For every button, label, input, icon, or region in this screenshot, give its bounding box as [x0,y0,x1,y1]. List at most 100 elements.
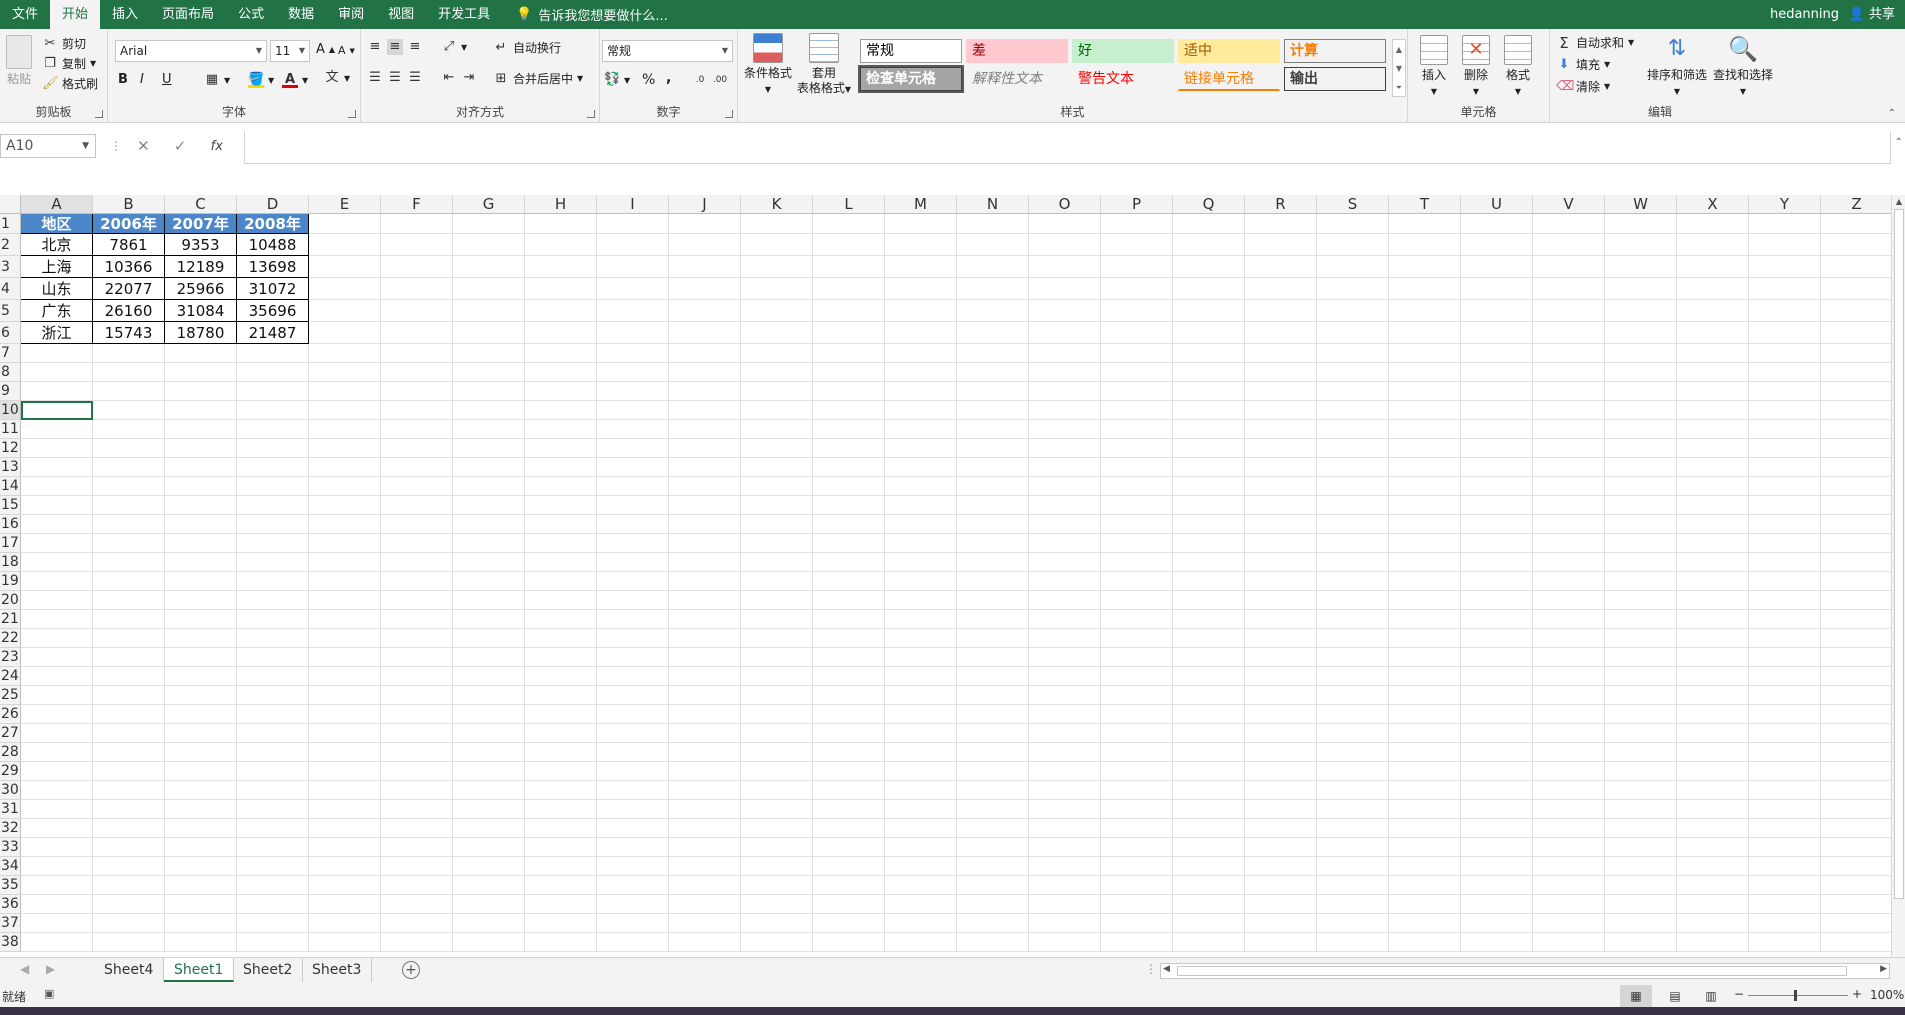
cell-O27[interactable] [1029,724,1101,743]
insert-cells-button[interactable]: 插入 ▼ [1414,35,1454,99]
cell-U23[interactable] [1461,648,1533,667]
cell-R8[interactable] [1245,363,1317,382]
row-header-7[interactable]: 7 [0,344,21,363]
cell-T16[interactable] [1389,515,1461,534]
cell-K20[interactable] [741,591,813,610]
cell-C2[interactable]: 9353 [165,234,237,256]
cell-N25[interactable] [957,686,1029,705]
cell-I31[interactable] [597,800,669,819]
cell-O36[interactable] [1029,895,1101,914]
cell-B33[interactable] [93,838,165,857]
cell-W2[interactable] [1605,234,1677,256]
cell-Y14[interactable] [1749,477,1821,496]
cell-C14[interactable] [165,477,237,496]
cell-Q28[interactable] [1173,743,1245,762]
cell-C28[interactable] [165,743,237,762]
row-header-34[interactable]: 34 [0,857,21,876]
cell-I13[interactable] [597,458,669,477]
cell-S12[interactable] [1317,439,1389,458]
cell-V4[interactable] [1533,278,1605,300]
cell-C8[interactable] [165,363,237,382]
cell-T6[interactable] [1389,322,1461,344]
cell-P1[interactable] [1101,214,1173,234]
cell-R5[interactable] [1245,300,1317,322]
cell-B36[interactable] [93,895,165,914]
column-header-U[interactable]: U [1461,195,1533,214]
cell-K12[interactable] [741,439,813,458]
cell-S9[interactable] [1317,382,1389,401]
cell-Y11[interactable] [1749,420,1821,439]
cell-M8[interactable] [885,363,957,382]
cell-H37[interactable] [525,914,597,933]
cell-Y18[interactable] [1749,553,1821,572]
cell-P3[interactable] [1101,256,1173,278]
cell-H36[interactable] [525,895,597,914]
cell-G27[interactable] [453,724,525,743]
cell-S1[interactable] [1317,214,1389,234]
cell-D13[interactable] [237,458,309,477]
cell-D19[interactable] [237,572,309,591]
cell-Q21[interactable] [1173,610,1245,629]
cell-Q34[interactable] [1173,857,1245,876]
cell-L3[interactable] [813,256,885,278]
format-cells-button[interactable]: 格式 ▼ [1498,35,1538,99]
cell-F14[interactable] [381,477,453,496]
cell-Z9[interactable] [1821,382,1893,401]
cell-L6[interactable] [813,322,885,344]
cell-Y24[interactable] [1749,667,1821,686]
cell-M16[interactable] [885,515,957,534]
cell-F34[interactable] [381,857,453,876]
cell-U32[interactable] [1461,819,1533,838]
cell-K19[interactable] [741,572,813,591]
cell-P38[interactable] [1101,933,1173,952]
cell-U8[interactable] [1461,363,1533,382]
cell-A14[interactable] [21,477,93,496]
cell-Q4[interactable] [1173,278,1245,300]
cell-D24[interactable] [237,667,309,686]
cell-B15[interactable] [93,496,165,515]
cell-J18[interactable] [669,553,741,572]
sheet-tab-sheet1[interactable]: Sheet1 [164,958,235,982]
cell-Z27[interactable] [1821,724,1893,743]
cell-T7[interactable] [1389,344,1461,363]
cell-A19[interactable] [21,572,93,591]
cell-W15[interactable] [1605,496,1677,515]
cell-J19[interactable] [669,572,741,591]
cell-L31[interactable] [813,800,885,819]
cell-X7[interactable] [1677,344,1749,363]
phonetic-button[interactable]: 文 ▼ [324,70,350,86]
cell-L24[interactable] [813,667,885,686]
cell-K33[interactable] [741,838,813,857]
cell-S22[interactable] [1317,629,1389,648]
cell-Q17[interactable] [1173,534,1245,553]
row-header-14[interactable]: 14 [0,477,21,496]
cell-S17[interactable] [1317,534,1389,553]
cell-W8[interactable] [1605,363,1677,382]
row-header-32[interactable]: 32 [0,819,21,838]
column-header-Y[interactable]: Y [1749,195,1821,214]
orientation-button[interactable]: ⤢ ▼ [441,39,467,55]
cell-N9[interactable] [957,382,1029,401]
cell-F13[interactable] [381,458,453,477]
cell-L7[interactable] [813,344,885,363]
cell-Q7[interactable] [1173,344,1245,363]
cell-U28[interactable] [1461,743,1533,762]
cell-P26[interactable] [1101,705,1173,724]
row-header-15[interactable]: 15 [0,496,21,515]
cell-W4[interactable] [1605,278,1677,300]
cell-X1[interactable] [1677,214,1749,234]
cell-G11[interactable] [453,420,525,439]
column-header-N[interactable]: N [957,195,1029,214]
cell-L13[interactable] [813,458,885,477]
cell-K29[interactable] [741,762,813,781]
cell-V1[interactable] [1533,214,1605,234]
cell-P28[interactable] [1101,743,1173,762]
cell-F22[interactable] [381,629,453,648]
column-header-W[interactable]: W [1605,195,1677,214]
cell-W6[interactable] [1605,322,1677,344]
cell-P12[interactable] [1101,439,1173,458]
cell-H27[interactable] [525,724,597,743]
cell-H9[interactable] [525,382,597,401]
cell-V38[interactable] [1533,933,1605,952]
cell-F36[interactable] [381,895,453,914]
